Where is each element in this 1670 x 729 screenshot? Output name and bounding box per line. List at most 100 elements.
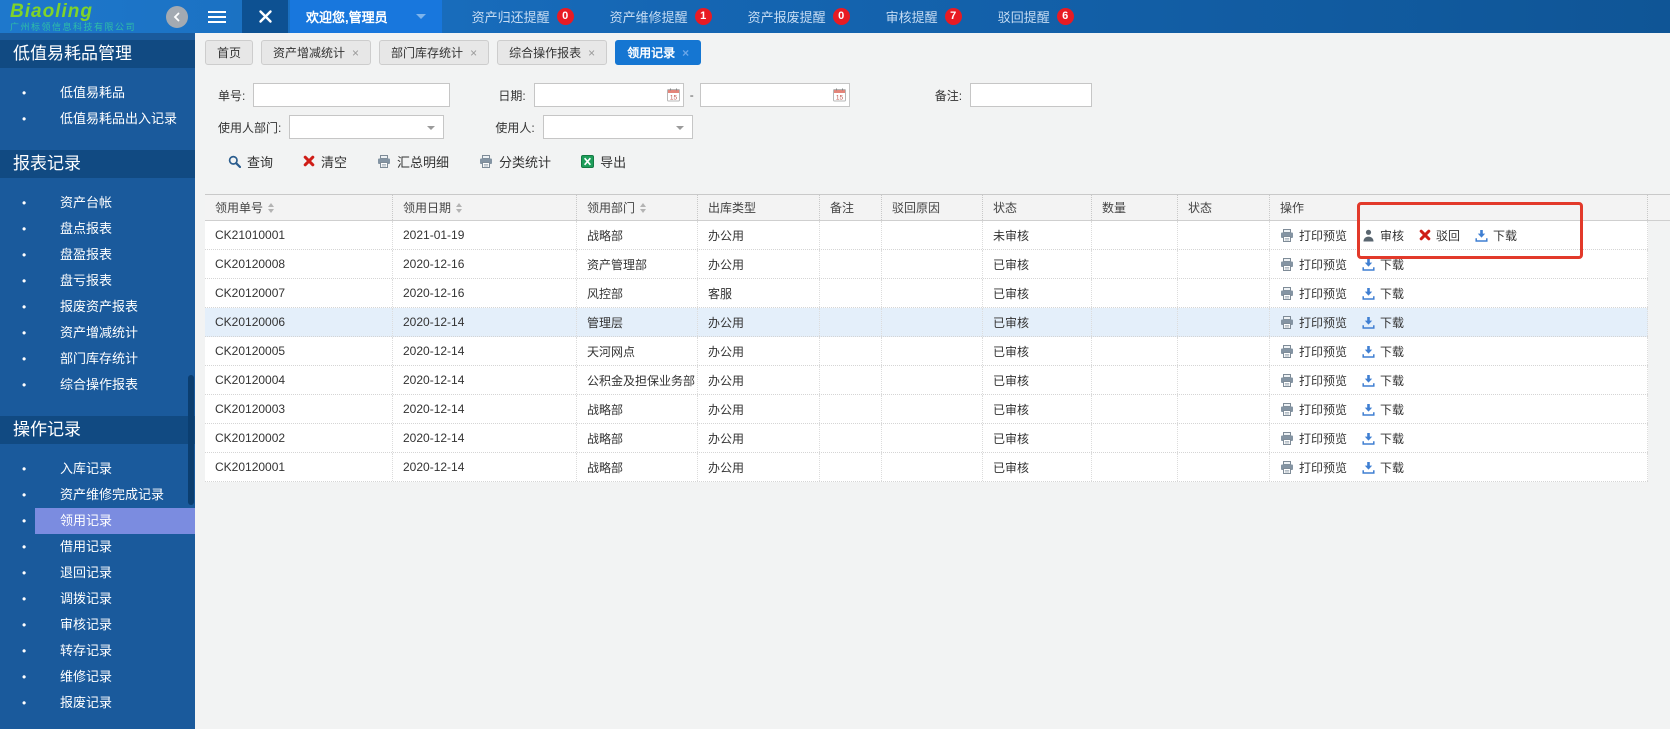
download-icon [1362, 461, 1375, 474]
print-preview-link[interactable]: 打印预览 [1280, 256, 1347, 273]
user-dept-select[interactable] [289, 115, 445, 139]
sidebar-item[interactable]: • 审核记录 [0, 612, 195, 638]
cell-actions: 打印预览 下载 [1270, 250, 1648, 278]
sidebar-collapse-button[interactable] [166, 5, 188, 28]
download-link[interactable]: 下载 [1362, 430, 1404, 447]
bullet-icon: • [22, 300, 27, 314]
cell: CK20120003 [205, 395, 393, 423]
tab-4[interactable]: 领用记录 × [615, 40, 702, 65]
notification-item[interactable]: 资产归还提醒 0 [472, 7, 574, 26]
remark-input[interactable] [970, 83, 1093, 107]
sidebar-item[interactable]: • 综合操作报表 [0, 372, 195, 398]
download-link[interactable]: 下载 [1362, 459, 1404, 476]
close-icon[interactable]: × [588, 46, 595, 60]
sort-icon[interactable] [268, 202, 275, 213]
clear-button[interactable]: 清空 [303, 152, 347, 171]
tab-3[interactable]: 综合操作报表 × [497, 40, 608, 65]
download-link[interactable]: 下载 [1362, 314, 1404, 331]
notifications: 资产归还提醒 0 资产维修提醒 1 资产报废提醒 0 审核提醒 7 驳回提醒 6 [472, 7, 1074, 26]
summary-detail-button[interactable]: 汇总明细 [377, 152, 449, 171]
sidebar-item[interactable]: • 部门库存统计 [0, 346, 195, 372]
print-preview-link[interactable]: 打印预览 [1280, 401, 1347, 418]
sort-icon[interactable] [640, 202, 647, 213]
close-button[interactable] [242, 0, 288, 33]
print-preview-link[interactable]: 打印预览 [1280, 285, 1347, 302]
user-menu[interactable]: 欢迎您,管理员 [290, 0, 442, 33]
download-link[interactable]: 下载 [1475, 227, 1517, 244]
action-label: 打印预览 [1299, 373, 1348, 388]
sidebar-item[interactable]: • 盘亏报表 [0, 268, 195, 294]
download-link[interactable]: 下载 [1362, 372, 1404, 389]
sidebar-item[interactable]: • 资产维修完成记录 [0, 482, 195, 508]
sort-icon[interactable] [456, 202, 463, 213]
cell: 管理层 [577, 308, 698, 336]
cell [882, 250, 983, 278]
download-link[interactable]: 下载 [1362, 256, 1404, 273]
bullet-icon: • [22, 592, 27, 606]
sidebar-item[interactable]: • 盘盈报表 [0, 242, 195, 268]
notification-item[interactable]: 资产报废提醒 0 [748, 7, 850, 26]
printer-icon [1280, 228, 1294, 242]
user-select[interactable] [542, 115, 693, 139]
print-preview-link[interactable]: 打印预览 [1280, 227, 1347, 244]
cell [882, 221, 983, 249]
column-header: 状态 [1178, 195, 1270, 220]
close-icon[interactable]: × [352, 46, 359, 60]
sidebar-item[interactable]: • 报废记录 [0, 690, 195, 716]
notification-item[interactable]: 驳回提醒 6 [998, 7, 1074, 26]
sidebar-item[interactable]: • 低值易耗品出入记录 [0, 106, 195, 132]
table-row: CK21010001 2021-01-19 战略部 办公用 未审核 打印预览 审核 驳回 下载 [205, 221, 1648, 250]
menu-icon[interactable] [208, 8, 226, 26]
tab-0[interactable]: 首页 [205, 40, 254, 65]
sidebar-item-label: 借用记录 [60, 539, 113, 554]
calendar-icon[interactable]: 15 [666, 88, 680, 102]
export-button[interactable]: 导出 [581, 152, 626, 171]
query-button[interactable]: 查询 [228, 152, 273, 171]
order-no-input[interactable] [253, 83, 451, 107]
sidebar-scrollbar-thumb[interactable] [188, 375, 194, 505]
download-link[interactable]: 下载 [1362, 343, 1404, 360]
bullet-icon: • [22, 696, 27, 710]
tab-1[interactable]: 资产增减统计 × [261, 40, 372, 65]
category-stats-button[interactable]: 分类统计 [479, 152, 551, 171]
cell [1178, 395, 1270, 423]
reject-link[interactable]: 驳回 [1419, 227, 1460, 244]
cell: CK20120002 [205, 424, 393, 452]
sidebar-item[interactable]: • 入库记录 [0, 456, 195, 482]
audit-link[interactable]: 审核 [1362, 227, 1404, 244]
print-preview-link[interactable]: 打印预览 [1280, 430, 1347, 447]
print-preview-link[interactable]: 打印预览 [1280, 343, 1347, 360]
sidebar-item[interactable]: • 维修记录 [0, 664, 195, 690]
reject-x-icon [1419, 229, 1431, 241]
sidebar-item[interactable]: • 报废资产报表 [0, 294, 195, 320]
close-icon [258, 9, 273, 24]
sidebar-item[interactable]: • 低值易耗品 [0, 80, 195, 106]
topbar: Biaoling 广州标领信息科技有限公司 欢迎您,管理员 资产归还提醒 0 资产维… [0, 0, 1670, 33]
action-label: 下载 [1380, 315, 1405, 330]
close-icon[interactable]: × [682, 46, 689, 60]
date-end-box: 15 [699, 83, 850, 107]
sidebar-item[interactable]: • 资产增减统计 [0, 320, 195, 346]
notification-item[interactable]: 资产维修提醒 1 [610, 7, 712, 26]
date-end-input[interactable] [699, 83, 850, 107]
sidebar-item[interactable]: • 转存记录 [0, 638, 195, 664]
bullet-icon: • [22, 670, 27, 684]
sidebar-item[interactable]: • 资产台帐 [0, 190, 195, 216]
column-label: 领用单号 [215, 201, 264, 215]
sidebar-item[interactable]: • 调拨记录 [0, 586, 195, 612]
print-preview-link[interactable]: 打印预览 [1280, 372, 1347, 389]
sidebar-item[interactable]: • 退回记录 [0, 560, 195, 586]
sidebar-item[interactable]: • 盘点报表 [0, 216, 195, 242]
print-preview-link[interactable]: 打印预览 [1280, 459, 1347, 476]
date-start-input[interactable] [533, 83, 684, 107]
notification-item[interactable]: 审核提醒 7 [886, 7, 962, 26]
cell [1092, 424, 1178, 452]
close-icon[interactable]: × [470, 46, 477, 60]
sidebar-item[interactable]: • 领用记录 [0, 508, 195, 534]
calendar-icon[interactable]: 15 [832, 88, 846, 102]
print-preview-link[interactable]: 打印预览 [1280, 314, 1347, 331]
tab-2[interactable]: 部门库存统计 × [379, 40, 490, 65]
download-link[interactable]: 下载 [1362, 285, 1404, 302]
download-link[interactable]: 下载 [1362, 401, 1404, 418]
sidebar-item[interactable]: • 借用记录 [0, 534, 195, 560]
